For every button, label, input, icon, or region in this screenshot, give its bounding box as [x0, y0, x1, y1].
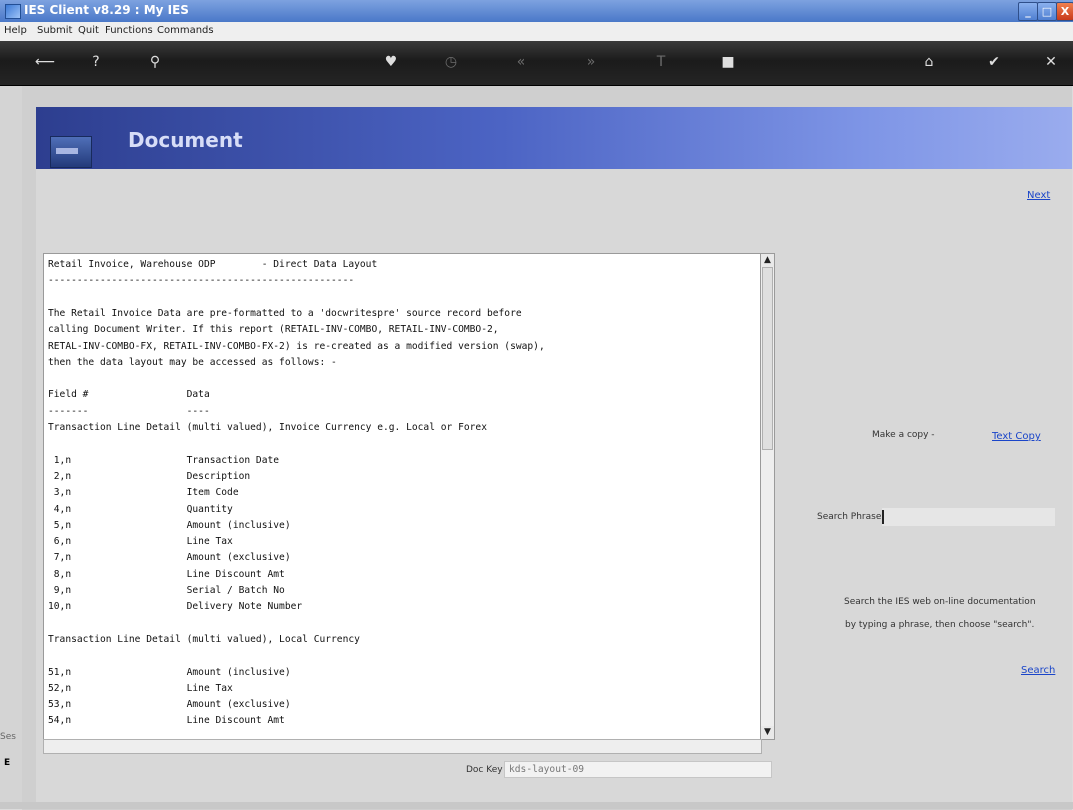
menu-bar: Help Submit Quit Functions Commands [0, 22, 1073, 42]
close-icon[interactable]: ✕ [1040, 52, 1062, 72]
stop-icon[interactable]: ■ [717, 52, 739, 72]
document-line: RETAL-INV-COMBO-FX, RETAIL-INV-COMBO-FX-… [48, 340, 545, 352]
window-titlebar: IES Client v8.29 : My IES _ □ X [0, 0, 1073, 22]
document-line: Transaction Line Detail (multi valued), … [48, 633, 360, 645]
document-line: 4,n Quantity [48, 503, 233, 515]
document-line: calling Document Writer. If this report … [48, 324, 499, 336]
toolbar: ⟵ ? ⚲ ♥ ◷ « » T ■ ⌂ ✔ ✕ [0, 41, 1073, 86]
left-partial-label: Ses [0, 732, 16, 742]
search-link[interactable]: Search [1021, 665, 1055, 676]
copy-label: Make a copy - [872, 430, 935, 440]
document-line: 8,n Line Discount Amt [48, 568, 285, 580]
text-copy-link[interactable]: Text Copy [992, 431, 1041, 442]
help-icon[interactable]: ? [85, 52, 107, 72]
bottom-bar [0, 802, 1073, 809]
document-line: Retail Invoice, Warehouse ODP - Direct D… [48, 259, 378, 270]
vertical-scrollbar[interactable]: ▲ ▼ [760, 253, 775, 740]
document-line: 52,n Line Tax [48, 682, 233, 694]
text-icon[interactable]: T [650, 52, 672, 72]
document-line: 1,n Transaction Date [48, 454, 280, 466]
clock-icon[interactable]: ◷ [440, 52, 462, 72]
rewind-icon[interactable]: « [510, 52, 532, 72]
menu-functions[interactable]: Functions [105, 25, 153, 36]
close-window-button[interactable]: X [1056, 2, 1073, 21]
document-line: Transaction Line Detail (multi valued), … [48, 422, 487, 433]
document-line: 54,n Line Discount Amt [48, 715, 285, 727]
document-line: Field # Data [48, 389, 210, 401]
document-line: ------- ---- [48, 405, 210, 417]
left-edge [0, 86, 22, 806]
app-icon [5, 4, 21, 19]
document-line: 53,n Amount (exclusive) [48, 699, 291, 711]
text-caret [882, 510, 884, 524]
document-line: 5,n Amount (inclusive) [48, 519, 291, 531]
scroll-thumb[interactable] [762, 267, 773, 450]
menu-quit[interactable]: Quit [78, 25, 99, 36]
document-line: 7,n Amount (exclusive) [48, 552, 291, 564]
document-line: 10,n Delivery Note Number [48, 601, 303, 613]
document-icon [50, 136, 92, 168]
scroll-down-icon[interactable]: ▼ [761, 726, 774, 739]
scroll-up-icon[interactable]: ▲ [761, 254, 774, 267]
help-text-line1: Search the IES web on-line documentation [844, 597, 1036, 607]
document-line: then the data layout may be accessed as … [48, 356, 337, 368]
document-line: 2,n Description [48, 470, 251, 482]
document-line: 3,n Item Code [48, 487, 239, 499]
search-icon[interactable]: ⚲ [144, 52, 166, 72]
page-title: Document [128, 128, 243, 152]
next-link[interactable]: Next [1027, 190, 1050, 201]
home-icon[interactable]: ⌂ [918, 52, 940, 72]
document-line: 9,n Serial / Batch No [48, 585, 285, 596]
document-text-panel[interactable]: Retail Invoice, Warehouse ODP - Direct D… [43, 253, 762, 740]
check-icon[interactable]: ✔ [983, 52, 1005, 72]
forward-icon[interactable]: » [580, 52, 602, 72]
menu-commands[interactable]: Commands [157, 25, 214, 36]
left-marker-icon: E [4, 758, 11, 768]
window-title: IES Client v8.29 : My IES [24, 3, 189, 17]
doc-key-field[interactable]: kds-layout-09 [504, 761, 772, 778]
minimize-button[interactable]: _ [1018, 2, 1038, 21]
menu-help[interactable]: Help [4, 25, 27, 36]
horizontal-scrollbar[interactable] [43, 739, 762, 754]
document-line: The Retail Invoice Data are pre-formatte… [48, 307, 522, 319]
search-phrase-label: Search Phrase [817, 512, 882, 522]
back-icon[interactable]: ⟵ [34, 52, 56, 72]
heart-icon[interactable]: ♥ [380, 52, 402, 72]
doc-key-label: Doc Key [466, 765, 503, 775]
document-line: ----------------------------------------… [48, 275, 355, 287]
document-line: 6,n Line Tax [48, 536, 233, 548]
search-phrase-input[interactable] [882, 508, 1055, 526]
menu-submit[interactable]: Submit [37, 25, 72, 36]
maximize-button[interactable]: □ [1037, 2, 1057, 21]
help-text-line2: by typing a phrase, then choose "search"… [845, 620, 1035, 630]
document-line: 51,n Amount (inclusive) [48, 666, 291, 678]
